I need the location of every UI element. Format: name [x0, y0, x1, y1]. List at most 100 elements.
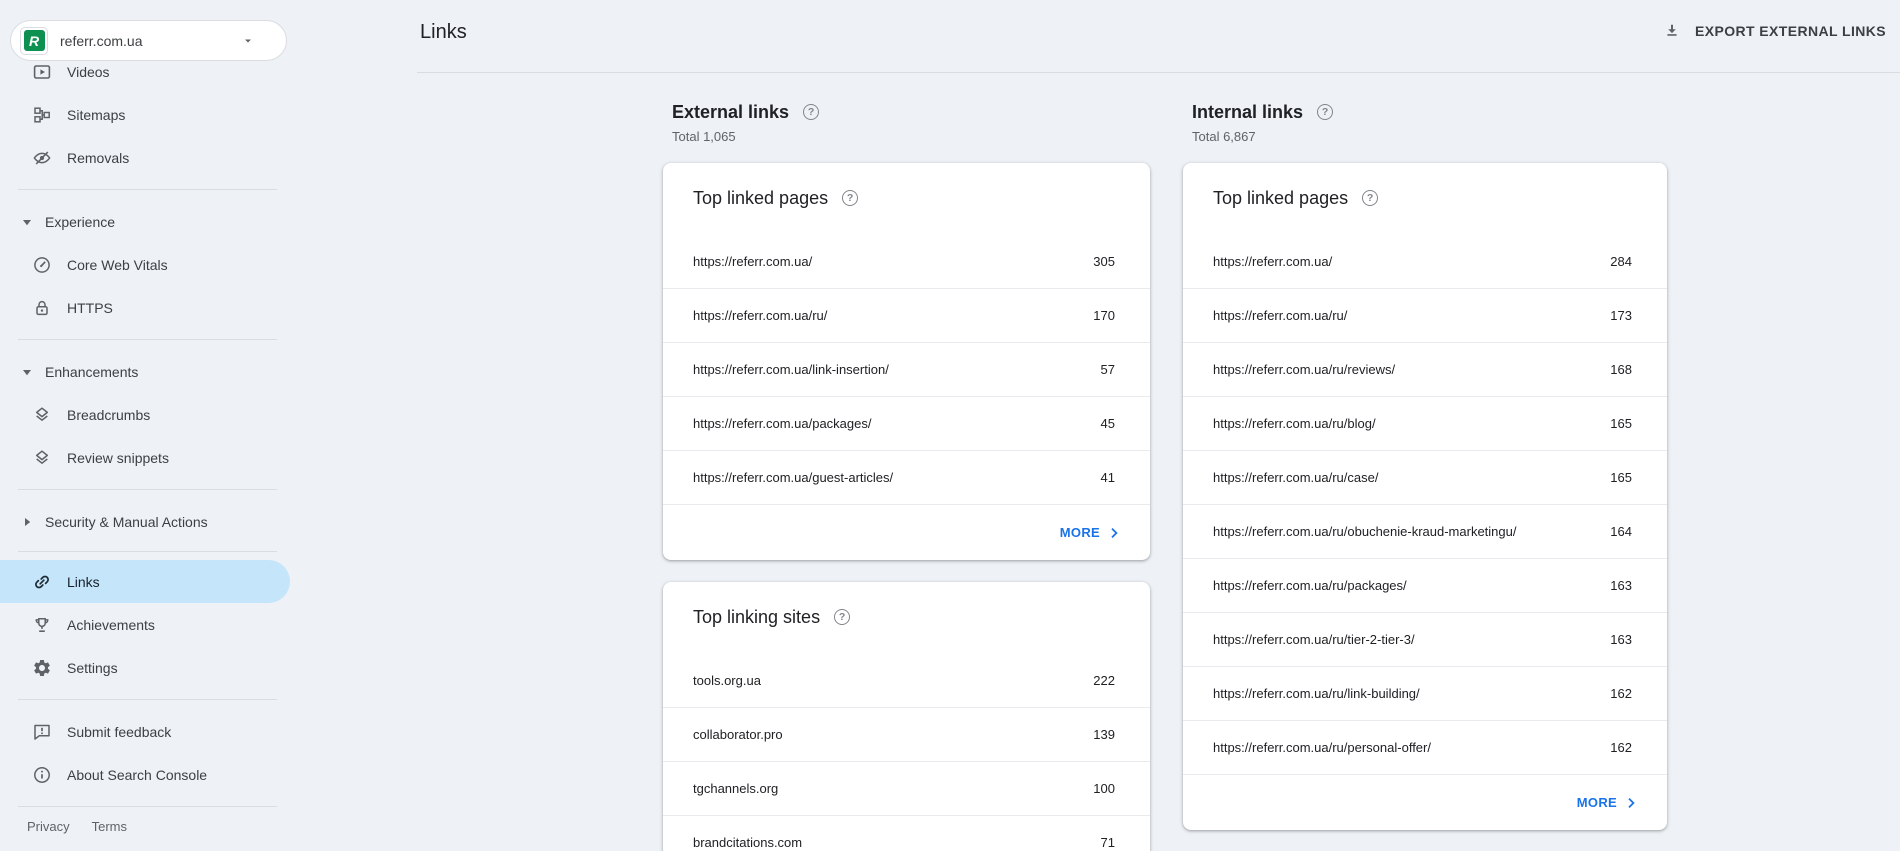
help-icon[interactable]: ?: [1317, 104, 1334, 120]
sidebar-section-enhancements[interactable]: Enhancements: [0, 350, 300, 393]
sidebar-item-sitemaps[interactable]: Sitemaps: [0, 93, 300, 136]
sidebar-item-about[interactable]: About Search Console: [0, 753, 300, 796]
external-links-title: External links: [672, 102, 790, 122]
table-row[interactable]: https://referr.com.ua/ru/link-building/1…: [1183, 666, 1667, 720]
trophy-icon: [32, 615, 52, 635]
table-row[interactable]: collaborator.pro 139: [663, 707, 1150, 761]
table-row[interactable]: https://referr.com.ua/305: [663, 235, 1150, 288]
table-row[interactable]: https://referr.com.ua/ru/reviews/168: [1183, 342, 1667, 396]
row-value: 139: [1093, 727, 1115, 742]
sidebar-divider: [18, 551, 277, 552]
sidebar-item-review-snippets[interactable]: Review snippets: [0, 436, 300, 479]
terms-link[interactable]: Terms: [92, 819, 127, 834]
export-external-links-button[interactable]: EXPORT EXTERNAL LINKS: [1663, 22, 1886, 40]
table-row[interactable]: https://referr.com.ua/ru/170: [663, 288, 1150, 342]
rich-result-icon: [32, 448, 52, 468]
feedback-icon: [32, 722, 52, 742]
chevron-right-icon: [1106, 525, 1122, 541]
row-value: 222: [1093, 673, 1115, 688]
table-row[interactable]: https://referr.com.ua/ru/tier-2-tier-3/1…: [1183, 612, 1667, 666]
row-label: https://referr.com.ua/ru/link-building/: [1213, 686, 1420, 701]
row-value: 164: [1610, 524, 1632, 539]
sitemap-icon: [32, 105, 52, 125]
sidebar-item-https[interactable]: HTTPS: [0, 286, 300, 329]
help-icon[interactable]: ?: [834, 609, 851, 625]
table-row[interactable]: https://referr.com.ua/packages/45: [663, 396, 1150, 450]
sidebar-section-security[interactable]: Security & Manual Actions: [0, 500, 300, 543]
help-icon[interactable]: ?: [803, 104, 820, 120]
table-row[interactable]: brandcitations.com 71: [663, 815, 1150, 851]
row-value: 165: [1610, 470, 1632, 485]
row-value: 165: [1610, 416, 1632, 431]
more-link[interactable]: MORE: [663, 504, 1150, 560]
table-row[interactable]: https://referr.com.ua/ru/case/165: [1183, 450, 1667, 504]
table-row[interactable]: https://referr.com.ua/ru/personal-offer/…: [1183, 720, 1667, 774]
row-label: https://referr.com.ua/ru/personal-offer/: [1213, 740, 1431, 755]
sidebar-item-breadcrumbs[interactable]: Breadcrumbs: [0, 393, 300, 436]
sidebar-item-label: Removals: [67, 149, 130, 166]
row-label: https://referr.com.ua/link-insertion/: [693, 362, 889, 377]
help-icon[interactable]: ?: [842, 190, 859, 206]
triangle-down-icon: [22, 217, 32, 227]
row-label: https://referr.com.ua/ru/obuchenie-kraud…: [1213, 524, 1517, 539]
row-value: 305: [1093, 254, 1115, 269]
row-label: https://referr.com.ua/: [1213, 254, 1333, 269]
table-row[interactable]: tools.org.ua 222: [663, 654, 1150, 707]
table-row[interactable]: tgchannels.org 100: [663, 761, 1150, 815]
table-row[interactable]: https://referr.com.ua/284: [1183, 235, 1667, 288]
sidebar-item-settings[interactable]: Settings: [0, 646, 300, 689]
more-label: MORE: [1059, 525, 1100, 540]
row-label: https://referr.com.ua/ru/: [1213, 308, 1348, 323]
internal-links-column: Internal links ? Total 6,867 Top linked …: [1183, 100, 1667, 830]
sidebar-item-achievements[interactable]: Achievements: [0, 603, 300, 646]
eye-off-icon: [32, 148, 52, 168]
property-name: referr.com.ua: [60, 32, 143, 49]
row-value: 100: [1093, 781, 1115, 796]
help-icon[interactable]: ?: [1362, 190, 1379, 206]
sidebar-item-core-web-vitals[interactable]: Core Web Vitals: [0, 243, 300, 286]
sidebar-item-videos[interactable]: Videos: [0, 61, 300, 93]
download-icon: [1663, 22, 1681, 40]
row-label: https://referr.com.ua/guest-articles/: [693, 470, 894, 485]
sidebar-item-removals[interactable]: Removals: [0, 136, 300, 179]
row-value: 57: [1100, 362, 1115, 377]
row-value: 71: [1100, 835, 1115, 850]
sidebar-item-label: Submit feedback: [67, 723, 172, 740]
sidebar-item-submit-feedback[interactable]: Submit feedback: [0, 710, 300, 753]
sidebar-item-label: Core Web Vitals: [67, 256, 168, 273]
internal-top-linked-pages-card: Top linked pages ? https://referr.com.ua…: [1183, 163, 1667, 830]
property-logo-letter: R: [23, 30, 45, 51]
row-label: https://referr.com.ua/ru/packages/: [1213, 578, 1407, 593]
sidebar-divider: [18, 189, 277, 190]
sidebar-item-label: HTTPS: [67, 299, 113, 316]
table-row[interactable]: https://referr.com.ua/ru/173: [1183, 288, 1667, 342]
sidebar-item-label: About Search Console: [67, 766, 208, 783]
internal-links-total: Total 6,867: [1192, 129, 1256, 144]
sidebar-item-label: Links: [67, 573, 100, 590]
row-label: tools.org.ua: [693, 673, 761, 688]
export-button-label: EXPORT EXTERNAL LINKS: [1695, 23, 1886, 39]
sidebar: R referr.com.ua Videos Sitemaps Removals…: [0, 0, 300, 851]
more-link[interactable]: MORE: [1183, 774, 1667, 830]
row-label: https://referr.com.ua/ru/reviews/: [1213, 362, 1396, 377]
table-row[interactable]: https://referr.com.ua/link-insertion/57: [663, 342, 1150, 396]
chevron-right-icon: [1623, 795, 1639, 811]
sidebar-section-experience[interactable]: Experience: [0, 200, 300, 243]
property-selector[interactable]: R referr.com.ua: [10, 20, 287, 61]
header-divider: [417, 72, 1900, 73]
sidebar-section-label: Enhancements: [45, 363, 139, 380]
row-value: 163: [1610, 578, 1632, 593]
row-label: https://referr.com.ua/: [693, 254, 813, 269]
sidebar-item-label: Achievements: [67, 616, 155, 633]
info-icon: [32, 765, 52, 785]
sidebar-item-links[interactable]: Links: [0, 560, 290, 603]
sidebar-divider: [18, 806, 277, 807]
table-row[interactable]: https://referr.com.ua/ru/packages/163: [1183, 558, 1667, 612]
table-row[interactable]: https://referr.com.ua/guest-articles/41: [663, 450, 1150, 504]
table-row[interactable]: https://referr.com.ua/ru/obuchenie-kraud…: [1183, 504, 1667, 558]
external-links-total: Total 1,065: [672, 129, 736, 144]
privacy-link[interactable]: Privacy: [27, 819, 70, 834]
more-label: MORE: [1576, 795, 1617, 810]
external-links-column: External links ? Total 1,065 Top linked …: [663, 100, 1150, 851]
table-row[interactable]: https://referr.com.ua/ru/blog/165: [1183, 396, 1667, 450]
